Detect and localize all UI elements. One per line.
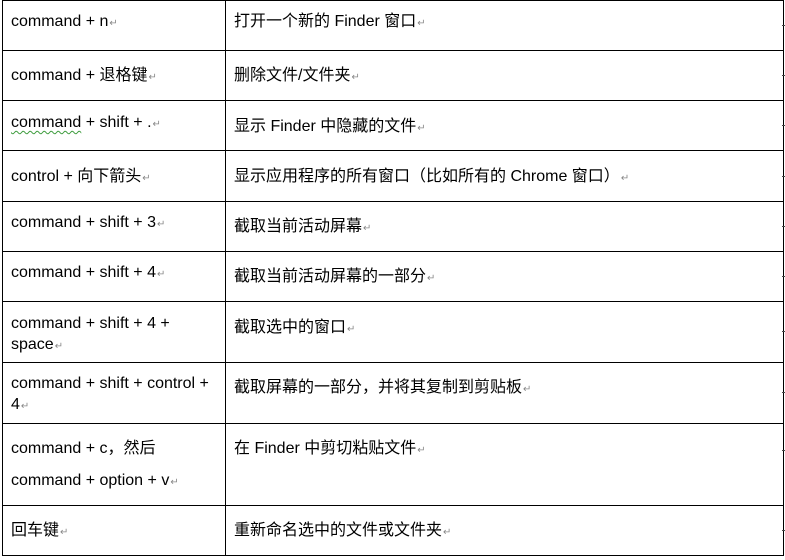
shortcut-key-cell[interactable]: command + n↵ — [2, 0, 226, 51]
table-row: command + 退格键↵ 删除文件/文件夹↵ — [2, 50, 784, 101]
shortcut-desc-cell[interactable]: 在 Finder 中剪切粘贴文件↵ — [225, 423, 784, 506]
shortcut-desc-cell[interactable]: 重新命名选中的文件或文件夹↵ — [225, 505, 784, 556]
table-row: command + c，然后 command + option + v↵ 在 Fi… — [2, 423, 784, 506]
paragraph-mark-icon: ↵ — [363, 223, 372, 234]
paragraph-mark-icon: ↵ — [347, 324, 356, 335]
paragraph-mark-icon: ↵ — [142, 173, 151, 184]
paragraph-mark-icon: ↵ — [417, 445, 426, 456]
shortcut-key-line-1: command + c，然后 — [11, 440, 156, 457]
shortcut-description: 删除文件/文件夹 — [234, 67, 351, 84]
paragraph-mark-icon: ↵ — [156, 269, 166, 280]
shortcut-description: 截取屏幕的一部分，并将其复制到剪贴板 — [234, 379, 523, 396]
shortcut-key-cell[interactable]: command + shift + .↵ — [2, 100, 226, 151]
shortcut-key-cell[interactable]: command + shift + 4↵ — [2, 251, 226, 302]
paragraph-mark-icon: ↵ — [60, 527, 69, 538]
shortcut-description: 打开一个新的 Finder 窗口 — [234, 13, 417, 30]
table-row: command + shift + .↵ 显示 Finder 中隐藏的文件↵ — [2, 100, 784, 151]
spellcheck-flagged-word[interactable]: command — [11, 114, 81, 131]
table-row: command + shift + 4↵ 截取当前活动屏幕的一部分↵ — [2, 251, 784, 302]
paragraph-mark-icon: ↵ — [620, 173, 630, 184]
shortcut-key: + shift + . — [81, 114, 152, 131]
shortcut-key: command + shift + 4 + space — [11, 315, 170, 353]
paragraph-mark-icon: ↵ — [109, 18, 118, 29]
paragraph-mark-icon: ↵ — [417, 123, 426, 134]
paragraph-mark-icon: ↵ — [20, 401, 30, 412]
paragraph-mark-icon: ↵ — [148, 72, 157, 83]
shortcut-key: command + shift + 3 — [11, 214, 156, 231]
shortcut-key-cell[interactable]: control + 向下箭头↵ — [2, 150, 226, 202]
shortcut-desc-cell[interactable]: 删除文件/文件夹↵ — [225, 50, 784, 101]
shortcut-key-cell[interactable]: command + 退格键↵ — [2, 50, 226, 101]
shortcut-desc-cell[interactable]: 截取选中的窗口↵ — [225, 301, 784, 363]
shortcut-description: 显示 Finder 中隐藏的文件 — [234, 118, 417, 135]
table-row: control + 向下箭头↵ 显示应用程序的所有窗口（比如所有的 Chrome… — [2, 150, 784, 202]
shortcut-key: command + shift + 4 — [11, 264, 156, 281]
table-row: command + n↵ 打开一个新的 Finder 窗口↵ — [2, 0, 784, 51]
shortcut-key: command + n — [11, 13, 109, 30]
paragraph-mark-icon: ↵ — [54, 341, 64, 352]
shortcut-key-line-2: command + option + v — [11, 472, 170, 489]
shortcut-description: 截取当前活动屏幕 — [234, 218, 363, 235]
shortcut-key: command + 退格键 — [11, 67, 148, 84]
shortcut-description: 截取当前活动屏幕的一部分 — [234, 268, 427, 285]
shortcut-key-cell[interactable]: 回车键↵ — [2, 505, 226, 556]
shortcut-key-cell[interactable]: command + shift + 4 + space↵ — [2, 301, 226, 363]
table-row: 回车键↵ 重新命名选中的文件或文件夹↵ — [2, 505, 784, 556]
table-row: command + shift + 3↵ 截取当前活动屏幕↵ — [2, 201, 784, 252]
shortcut-description: 显示应用程序的所有窗口（比如所有的 Chrome 窗口） — [234, 168, 620, 185]
shortcut-description: 在 Finder 中剪切粘贴文件 — [234, 440, 417, 457]
shortcut-key-cell[interactable]: command + c，然后 command + option + v↵ — [2, 423, 226, 506]
shortcut-key: 回车键 — [11, 522, 60, 539]
paragraph-mark-icon: ↵ — [523, 384, 532, 395]
paragraph-mark-icon: ↵ — [417, 18, 426, 29]
shortcut-table: command + n↵ 打开一个新的 Finder 窗口↵ command +… — [2, 0, 784, 556]
shortcut-description: 截取选中的窗口 — [234, 319, 347, 336]
table-row: command + shift + 4 + space↵ 截取选中的窗口↵ — [2, 301, 784, 363]
shortcut-key: control + 向下箭头 — [11, 168, 142, 185]
paragraph-mark-icon: ↵ — [152, 119, 161, 130]
paragraph-mark-icon: ↵ — [156, 219, 166, 230]
shortcut-desc-cell[interactable]: 截取当前活动屏幕↵ — [225, 201, 784, 252]
shortcut-desc-cell[interactable]: 显示 Finder 中隐藏的文件↵ — [225, 100, 784, 151]
shortcut-desc-cell[interactable]: 截取当前活动屏幕的一部分↵ — [225, 251, 784, 302]
shortcut-desc-cell[interactable]: 显示应用程序的所有窗口（比如所有的 Chrome 窗口）↵ — [225, 150, 784, 202]
shortcut-key-cell[interactable]: command + shift + control + 4↵ — [2, 362, 226, 424]
paragraph-mark-icon: ↵ — [170, 477, 179, 488]
paragraph-mark-icon: ↵ — [351, 72, 360, 83]
shortcut-desc-cell[interactable]: 截取屏幕的一部分，并将其复制到剪贴板↵ — [225, 362, 784, 424]
shortcut-key: command + shift + control + 4 — [11, 375, 209, 413]
shortcut-desc-cell[interactable]: 打开一个新的 Finder 窗口↵ — [225, 0, 784, 51]
paragraph-mark-icon: ↵ — [427, 273, 436, 284]
table-row: command + shift + control + 4↵ 截取屏幕的一部分，… — [2, 362, 784, 424]
paragraph-mark-icon: ↵ — [443, 527, 452, 538]
shortcut-description: 重新命名选中的文件或文件夹 — [234, 522, 443, 539]
shortcut-key-cell[interactable]: command + shift + 3↵ — [2, 201, 226, 252]
